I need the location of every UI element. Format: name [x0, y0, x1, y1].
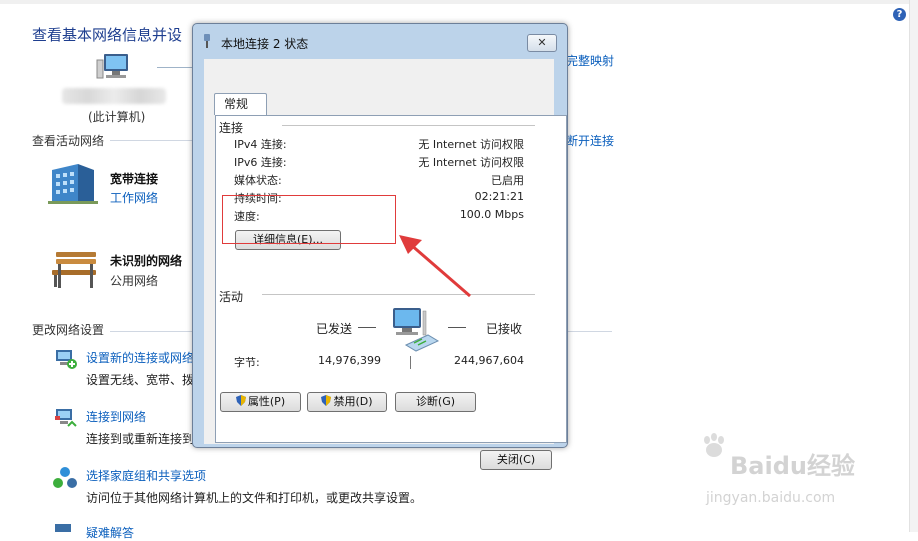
computer-icon [96, 54, 128, 79]
annotation-highlight-box [222, 195, 396, 244]
see-full-map-link[interactable]: 完整映射 [566, 52, 614, 69]
bytes-sent-value: 14,976,399 [318, 354, 381, 367]
help-icon[interactable]: ? [893, 8, 906, 21]
network-type-work[interactable]: 工作网络 [110, 189, 158, 206]
tab-general[interactable]: 常规 [214, 93, 267, 115]
ipv4-label: IPv4 连接: [234, 138, 287, 151]
bytes-received-value: 244,967,604 [454, 354, 524, 367]
properties-button-label: 属性(P) [247, 395, 286, 408]
connect-network-icon [55, 409, 77, 427]
network-name-unidentified: 未识别的网络 [110, 254, 183, 268]
media-state-label: 媒体状态: [234, 174, 282, 187]
network-type-public: 公用网络 [110, 274, 159, 288]
sent-line [358, 327, 376, 328]
uac-shield-icon [321, 395, 332, 406]
annotation-arrow [399, 235, 471, 298]
active-networks-title: 查看活动网络 [32, 134, 105, 148]
close-button[interactable]: 关闭(C) [480, 450, 552, 470]
ipv6-label: IPv6 连接: [234, 156, 287, 169]
building-icon [48, 164, 98, 204]
vertical-scrollbar[interactable] [909, 0, 918, 532]
task-homegroup-desc: 访问位于其他网络计算机上的文件和打印机，或更改共享设置。 [86, 491, 423, 505]
network-activity-icon [393, 308, 440, 352]
network-cable-icon [204, 34, 210, 48]
change-settings-title: 更改网络设置 [32, 323, 105, 337]
section-separator [110, 140, 192, 141]
new-connection-icon [56, 350, 77, 369]
computer-name-blurred [62, 88, 166, 104]
watermark-brand: Baidu经验 [730, 452, 855, 480]
task-setup-connection-desc: 设置无线、宽带、拨 [86, 373, 195, 387]
dialog-body: 常规 连接 IPv4 连接: 无 Internet 访问权限 IPv6 连接: … [204, 59, 567, 470]
troubleshoot-icon [55, 524, 71, 532]
dialog-close-x-button[interactable]: ✕ [527, 34, 557, 52]
connection-group-label: 连接 [219, 121, 244, 135]
bytes-label: 字节: [234, 356, 260, 369]
task-troubleshoot-link[interactable]: 疑难解答 [86, 524, 134, 541]
disconnect-link[interactable]: 断开连接 [566, 132, 614, 149]
page-title: 查看基本网络信息并设 [32, 26, 183, 44]
watermark-url: jingyan.baidu.com [706, 490, 836, 506]
connection-group-line [282, 125, 535, 126]
window-top-bar [0, 0, 918, 4]
homegroup-icon [53, 467, 77, 488]
received-line [448, 327, 466, 328]
uac-shield-icon [235, 395, 246, 406]
disable-button[interactable]: 禁用(D) [307, 392, 387, 412]
computer-label: (此计算机) [88, 110, 146, 124]
received-label: 已接收 [486, 322, 523, 336]
map-connector-line [157, 67, 192, 68]
disable-button-label: 禁用(D) [333, 395, 373, 408]
dialog-title: 本地连接 2 状态 [221, 37, 309, 51]
baidu-paw-logo [704, 433, 724, 457]
ipv6-value: 无 Internet 访问权限 [418, 156, 524, 169]
ipv4-value: 无 Internet 访问权限 [418, 138, 524, 151]
diagnose-button[interactable]: 诊断(G) [395, 392, 476, 412]
properties-button[interactable]: 属性(P) [220, 392, 301, 412]
task-connect-desc: 连接到或重新连接到 [86, 432, 195, 446]
task-setup-connection-link[interactable]: 设置新的连接或网络 [86, 349, 194, 366]
activity-group-label: 活动 [219, 290, 244, 304]
task-homegroup-link[interactable]: 选择家庭组和共享选项 [86, 467, 206, 484]
media-state-value: 已启用 [491, 174, 524, 187]
sent-label: 已发送 [316, 322, 353, 336]
park-bench-icon [52, 252, 96, 288]
bytes-divider [410, 356, 411, 369]
network-name-broadband: 宽带连接 [110, 172, 159, 186]
task-connect-link[interactable]: 连接到网络 [86, 408, 146, 425]
